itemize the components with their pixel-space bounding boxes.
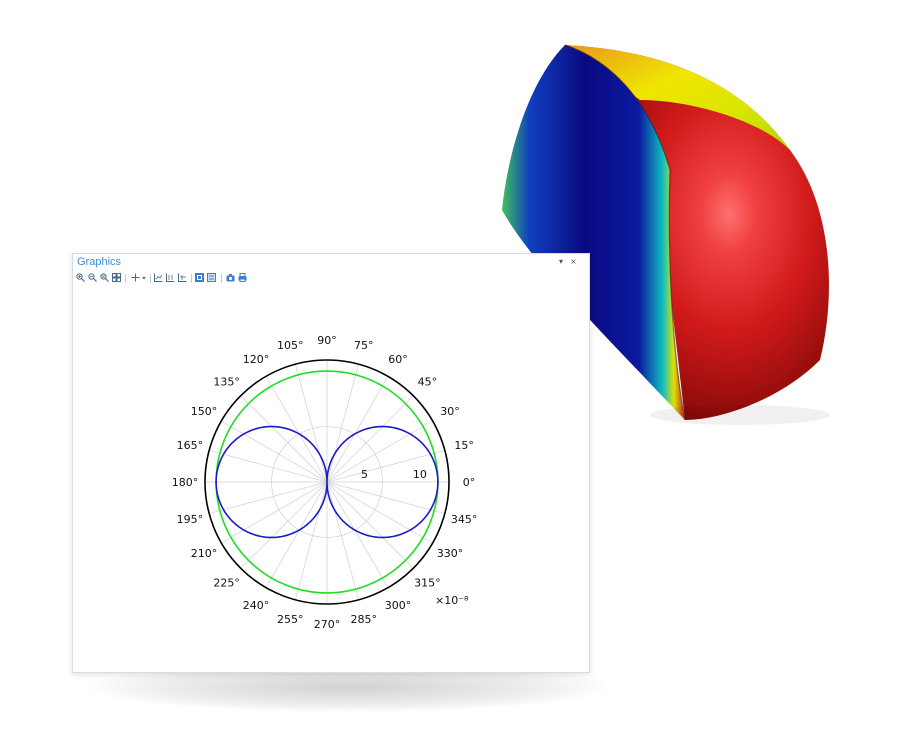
axis-x-icon[interactable] bbox=[154, 273, 163, 282]
window-title: Graphics bbox=[77, 256, 122, 268]
angle-tick-label: 330° bbox=[437, 547, 464, 560]
toolbar-separator bbox=[125, 274, 126, 283]
zoom-in-icon[interactable] bbox=[76, 273, 85, 282]
angle-tick-label: 315° bbox=[414, 576, 441, 589]
angle-tick-label: 210° bbox=[191, 547, 218, 560]
zoom-out-icon[interactable] bbox=[88, 273, 97, 282]
toolbar-separator bbox=[221, 274, 222, 283]
angle-tick-label: 15° bbox=[454, 439, 474, 452]
window-titlebar: Graphics ▾ × bbox=[73, 254, 589, 272]
angle-tick-label: 105° bbox=[277, 339, 304, 352]
radial-tick-label: 10 bbox=[413, 468, 427, 481]
angle-tick-label: 240° bbox=[243, 599, 270, 612]
graphics-toolbar bbox=[73, 272, 589, 286]
angle-tick-label: 195° bbox=[177, 513, 204, 526]
angle-tick-label: 45° bbox=[418, 376, 438, 389]
angle-tick-label: 90° bbox=[317, 334, 337, 347]
radial-scale-label: ×10⁻⁸ bbox=[435, 594, 469, 607]
radial-tick-label: 5 bbox=[361, 468, 368, 481]
angle-tick-label: 345° bbox=[451, 513, 478, 526]
axis-y-icon[interactable] bbox=[166, 273, 175, 282]
angle-tick-label: 270° bbox=[314, 618, 341, 631]
zoom-box-icon[interactable] bbox=[100, 273, 109, 282]
print-icon[interactable] bbox=[238, 273, 247, 282]
toggle-legend-icon[interactable] bbox=[207, 273, 216, 282]
angle-tick-label: 255° bbox=[277, 613, 304, 626]
polar-plot: 0° 15° 30° 45° 60° 75° 90° 105° 120°135° 150° 165°… bbox=[172, 334, 478, 631]
angle-tick-label: 165° bbox=[177, 439, 204, 452]
angle-tick-label: 60° bbox=[388, 353, 408, 366]
toggle-grid-icon[interactable] bbox=[195, 273, 204, 282]
dropdown-icon[interactable] bbox=[141, 273, 147, 282]
angle-tick-label: 300° bbox=[385, 599, 412, 612]
angle-tick-label: 180° bbox=[172, 476, 199, 489]
angle-tick-label: 30° bbox=[440, 405, 460, 418]
angle-tick-label: 0° bbox=[463, 476, 476, 489]
window-menu-button[interactable]: ▾ bbox=[559, 257, 563, 266]
polar-plot-area[interactable]: 0° 15° 30° 45° 60° 75° 90° 105° 120° 135° 150° 165°… bbox=[73, 286, 589, 672]
camera-icon[interactable] bbox=[226, 273, 235, 282]
select-icon[interactable] bbox=[131, 273, 140, 282]
toolbar-separator bbox=[191, 274, 192, 283]
angle-tick-label: 120° bbox=[243, 353, 270, 366]
angle-tick-label: 225° bbox=[213, 576, 240, 589]
angle-tick-label: 285° bbox=[351, 613, 378, 626]
window-close-button[interactable]: × bbox=[570, 257, 577, 266]
angle-tick-label: 75° bbox=[354, 339, 374, 352]
angle-tick-label: 150° bbox=[191, 405, 218, 418]
angle-tick-label: 135° bbox=[213, 376, 240, 389]
toolbar-separator bbox=[150, 274, 151, 283]
zoom-extents-icon[interactable] bbox=[112, 273, 121, 282]
graphics-window[interactable]: Graphics ▾ × 0° 15° 30° 45° 60° 75° 90° … bbox=[72, 253, 590, 673]
axis-xy-icon[interactable] bbox=[178, 273, 187, 282]
